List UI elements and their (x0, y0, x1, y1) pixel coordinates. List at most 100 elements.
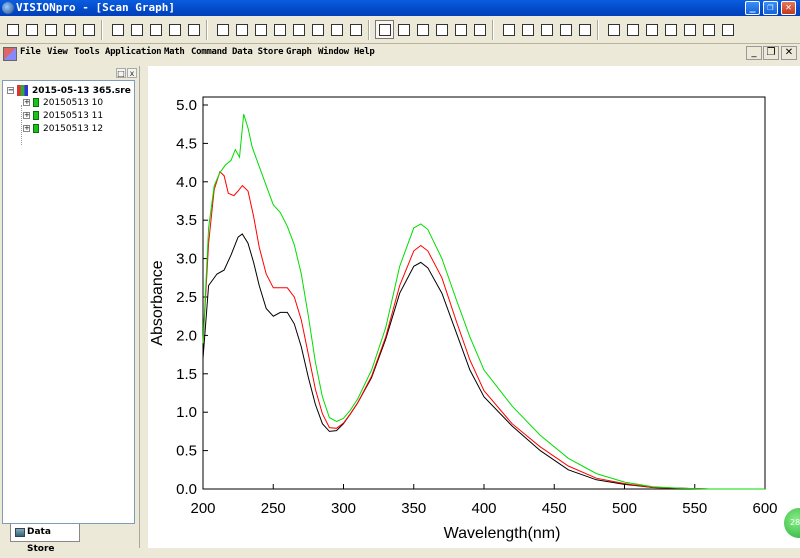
panel-float-button[interactable]: □ (116, 68, 126, 78)
mdi-restore-button[interactable]: ❐ (763, 46, 779, 60)
window-title: VISIONpro - [Scan Graph] (16, 1, 175, 14)
menu-view[interactable]: View (47, 47, 68, 57)
x-tick-label: 450 (542, 500, 567, 517)
y-tick-label: 0.5 (176, 443, 197, 460)
x-tick-label: 400 (471, 500, 496, 517)
menu-math[interactable]: Math (164, 47, 185, 57)
find-icon[interactable] (556, 20, 575, 39)
tree-item-label: 20150513 10 (43, 98, 104, 108)
x-tick-label: 600 (752, 500, 777, 517)
data-store-panel: □ x − 2015-05-13 365.sre +20150513 10 +20… (0, 66, 140, 554)
peak-pick-icon[interactable] (289, 20, 308, 39)
panel-header: □ x (2, 68, 138, 80)
new-file-icon[interactable] (3, 20, 22, 39)
y-axis-label: Absorbance (149, 260, 166, 345)
x-tick-label: 500 (612, 500, 637, 517)
scan-data-icon (33, 98, 39, 107)
tree-item[interactable]: +20150513 10 (23, 98, 103, 110)
menu-window[interactable]: Window (318, 47, 349, 57)
bar-view-icon[interactable] (394, 20, 413, 39)
angle-view-icon[interactable] (413, 20, 432, 39)
y-tick-label: 4.5 (176, 135, 197, 152)
tree-connector (21, 105, 22, 145)
panel-tab-strip: Data Store (2, 524, 138, 554)
tree-root[interactable]: − 2015-05-13 365.sre (7, 85, 131, 97)
tab-data-store[interactable]: Data Store (10, 524, 80, 554)
toolbar-separator (492, 20, 494, 40)
title-bar[interactable]: VISIONpro - [Scan Graph] _ ❐ ✕ (0, 0, 800, 16)
lamp-icon[interactable] (184, 20, 203, 39)
cut-icon[interactable] (604, 20, 623, 39)
app-window: VISIONpro - [Scan Graph] _ ❐ ✕ File View… (0, 0, 800, 554)
print-preview-icon[interactable] (60, 20, 79, 39)
minimize-button[interactable]: _ (745, 1, 760, 15)
print-icon[interactable] (79, 20, 98, 39)
data-store-icon (15, 528, 25, 537)
x-tick-label: 250 (261, 500, 286, 517)
settings-view-icon[interactable] (470, 20, 489, 39)
sheet-view-icon[interactable] (661, 20, 680, 39)
run-scan-icon[interactable] (108, 20, 127, 39)
menu-help[interactable]: Help (354, 47, 375, 57)
menu-data-store[interactable]: Data Store (232, 47, 283, 57)
derivative-icon[interactable] (327, 20, 346, 39)
copy-icon[interactable] (41, 20, 60, 39)
mdi-minimize-button[interactable]: _ (746, 46, 762, 60)
export-icon[interactable] (232, 20, 251, 39)
cursor-icon[interactable] (518, 20, 537, 39)
stack-view-icon[interactable] (451, 20, 470, 39)
y-tick-label: 3.5 (176, 212, 197, 229)
expand-icon[interactable]: + (23, 99, 30, 106)
scan-data-icon (33, 124, 39, 133)
collapse-icon[interactable]: − (7, 87, 14, 94)
tree-item-label: 20150513 11 (43, 111, 104, 121)
close-button[interactable]: ✕ (781, 1, 796, 15)
hand-tool-icon[interactable] (165, 20, 184, 39)
overlay-icon[interactable] (270, 20, 289, 39)
baseline-icon[interactable] (146, 20, 165, 39)
import-icon[interactable] (251, 20, 270, 39)
smooth-icon[interactable] (308, 20, 327, 39)
camera-icon[interactable] (499, 20, 518, 39)
menu-file[interactable]: File (20, 47, 41, 57)
panel-close-button[interactable]: x (127, 68, 137, 78)
menu-graph[interactable]: Graph (286, 47, 312, 57)
pause-icon[interactable] (127, 20, 146, 39)
grid-icon[interactable] (346, 20, 365, 39)
document-icon[interactable] (718, 20, 737, 39)
open-file-icon[interactable] (22, 20, 41, 39)
menu-application[interactable]: Application (105, 47, 162, 57)
expand-icon[interactable]: + (23, 112, 30, 119)
expand-icon[interactable]: + (23, 125, 30, 132)
y-tick-label: 1.0 (176, 404, 197, 421)
menu-tools[interactable]: Tools (74, 47, 100, 57)
calculator-icon[interactable] (575, 20, 594, 39)
document-icon[interactable] (3, 47, 17, 61)
x-tick-label: 200 (190, 500, 215, 517)
flow-view-icon[interactable] (680, 20, 699, 39)
absorbance-chart[interactable]: 200 250 300 350 400 450 500 550 600 0.0 0.5 1.0 1.5 2… (148, 66, 800, 548)
restore-button[interactable]: ❐ (763, 1, 778, 15)
x-tick-label: 300 (331, 500, 356, 517)
stats-icon[interactable] (623, 20, 642, 39)
tree-item[interactable]: +20150513 11 (23, 111, 103, 123)
tools-icon[interactable] (699, 20, 718, 39)
mdi-close-button[interactable]: ✕ (781, 46, 797, 60)
menu-command[interactable]: Command (191, 47, 227, 57)
spectrum-view-icon[interactable] (375, 20, 394, 39)
curve-view-icon[interactable] (432, 20, 451, 39)
x-axis-label: Wavelength(nm) (444, 525, 561, 542)
scan-data-icon (33, 111, 39, 120)
spectrum-line-1 (202, 233, 765, 490)
y-tick-label: 2.0 (176, 327, 197, 344)
list-view-icon[interactable] (642, 20, 661, 39)
app-logo-icon[interactable] (2, 2, 14, 14)
x-tick-label: 550 (682, 500, 707, 517)
scan-graph-window[interactable]: 200 250 300 350 400 450 500 550 600 0.0 0.5 1.0 1.5 2… (148, 66, 800, 548)
zoom-window-icon[interactable] (213, 20, 232, 39)
y-tick-label: 0.0 (176, 481, 197, 498)
toolbar (0, 16, 800, 44)
table-view-icon[interactable] (537, 20, 556, 39)
tree-item[interactable]: +20150513 12 (23, 124, 103, 136)
spectrum-file-icon (17, 85, 28, 96)
